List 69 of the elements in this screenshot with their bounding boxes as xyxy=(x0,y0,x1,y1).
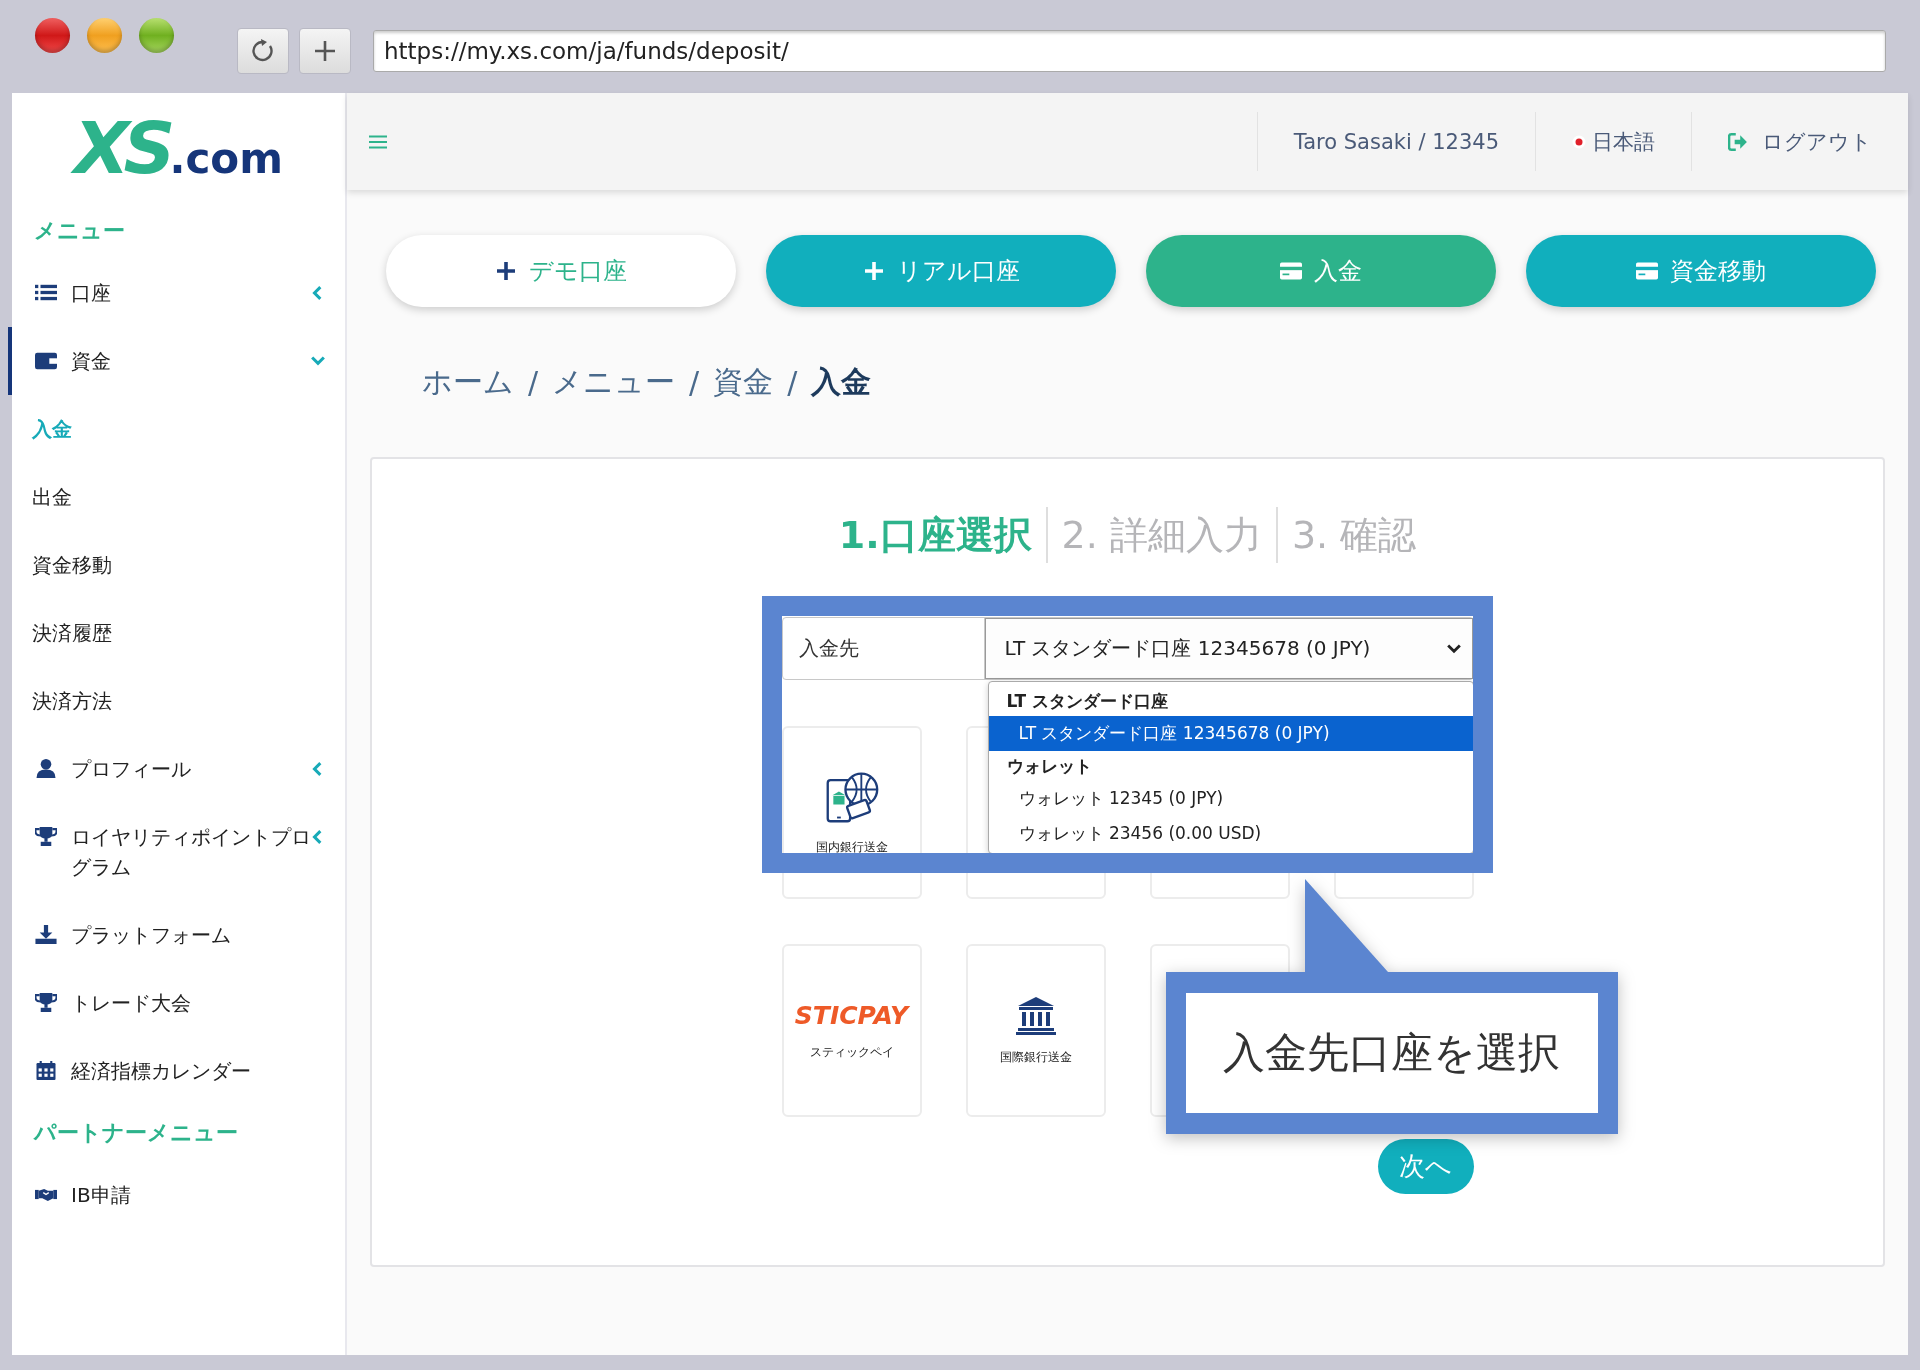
sidebar-item-label: プラットフォーム xyxy=(71,922,231,949)
language-selector[interactable]: 日本語 xyxy=(1536,127,1691,156)
payment-method-label: スティックペイ xyxy=(809,1043,894,1061)
flag-icon xyxy=(1572,134,1586,149)
menu-heading: パートナーメニュー xyxy=(32,1119,238,1147)
wizard-step: 2. 詳細入力 xyxy=(1061,509,1262,561)
reload-button[interactable] xyxy=(237,28,289,74)
close-window-icon[interactable] xyxy=(35,18,70,53)
sidebar-item-label: ロイヤリティポイントプログラム xyxy=(71,824,311,881)
option-group-label: LT スタンダード口座 xyxy=(1005,690,1170,713)
sidebar-item-label: 資金 xyxy=(71,348,111,375)
plus-icon xyxy=(862,261,885,281)
option-group-label: ウォレット xyxy=(1005,755,1093,778)
menu-heading: メニュー xyxy=(33,217,125,245)
sidebar-item[interactable]: 資金 xyxy=(8,327,345,395)
trophy-icon xyxy=(35,993,57,1012)
wallet-icon xyxy=(35,351,57,370)
payment-logo: STICPAY xyxy=(794,1000,909,1030)
breadcrumb-link[interactable]: メニュー xyxy=(552,361,676,403)
download-icon xyxy=(35,925,57,944)
submenu-item[interactable]: 決済履歴 xyxy=(12,599,112,667)
sidebar-item[interactable]: トレード大会 xyxy=(8,969,345,1037)
sidebar-item-label: プロフィール xyxy=(71,756,191,783)
bank-icon xyxy=(1015,995,1056,1035)
reload-icon xyxy=(250,38,276,64)
dropdown-option[interactable]: ウォレット 23456 (0.00 USD) xyxy=(988,816,1473,851)
breadcrumb-separator: / xyxy=(787,364,798,400)
plus-icon xyxy=(495,261,517,281)
wizard-step: 3. 確認 xyxy=(1291,509,1417,561)
credit-card-icon xyxy=(1280,261,1302,281)
menu-icon[interactable] xyxy=(369,134,387,149)
submenu-item[interactable]: 資金移動 xyxy=(12,531,112,599)
sidebar-item-label: トレード大会 xyxy=(71,990,191,1017)
user-account[interactable]: Taro Sasaki / 12345 xyxy=(1257,129,1535,154)
payment-method-card[interactable]: 国際銀行送金 xyxy=(965,944,1106,1117)
logout-link[interactable]: ログアウト xyxy=(1692,127,1908,156)
callout-text: 入金先口座を選択 xyxy=(1222,1027,1561,1079)
breadcrumb-link[interactable]: 資金 xyxy=(713,361,774,403)
breadcrumb-link[interactable]: ホーム xyxy=(422,361,514,403)
dropdown-option[interactable]: LT スタンダード口座 12345678 (0 JPY) xyxy=(988,716,1473,751)
submenu-item[interactable]: 決済方法 xyxy=(12,667,112,735)
payment-method-card[interactable]: STICPAY スティックペイ xyxy=(781,944,922,1117)
sidebar-item[interactable]: ロイヤリティポイントプログラム xyxy=(8,803,345,901)
user-icon xyxy=(35,759,57,778)
sidebar-item-label: IB申請 xyxy=(71,1182,131,1209)
wizard-step: 1.口座選択 xyxy=(838,509,1032,561)
sidebar-item-label: 口座 xyxy=(71,280,111,307)
trophy-icon xyxy=(35,827,57,846)
sidebar-item[interactable]: プラットフォーム xyxy=(8,901,345,969)
breadcrumb-separator: / xyxy=(689,364,700,400)
payment-method-label: 国際銀行送金 xyxy=(999,1049,1072,1066)
sidebar-item-label: 経済指標カレンダー xyxy=(71,1058,251,1085)
breadcrumb-current: 入金 xyxy=(811,362,872,401)
sidebar-item[interactable]: 経済指標カレンダー xyxy=(8,1037,345,1105)
credit-card-icon xyxy=(1636,261,1658,281)
sidebar-item[interactable]: 口座 xyxy=(8,259,345,327)
new-tab-button[interactable] xyxy=(299,28,351,74)
address-bar[interactable]: https://my.xs.com/ja/funds/deposit/ xyxy=(373,30,1886,72)
payment-method-label: 国内銀行送金 xyxy=(815,839,888,856)
calendar-icon xyxy=(35,1061,57,1080)
plus-icon xyxy=(313,39,337,63)
dropdown-option[interactable]: ウォレット 12345 (0 JPY) xyxy=(988,781,1473,816)
sidebar-item[interactable]: プロフィール xyxy=(8,735,345,803)
sidebar-item[interactable]: IB申請 xyxy=(8,1161,345,1229)
breadcrumb-separator: / xyxy=(528,364,539,400)
submenu-item[interactable]: 出金 xyxy=(12,463,72,531)
list-icon xyxy=(35,283,57,302)
chevron-down-icon xyxy=(311,354,325,368)
logout-icon xyxy=(1728,132,1748,151)
